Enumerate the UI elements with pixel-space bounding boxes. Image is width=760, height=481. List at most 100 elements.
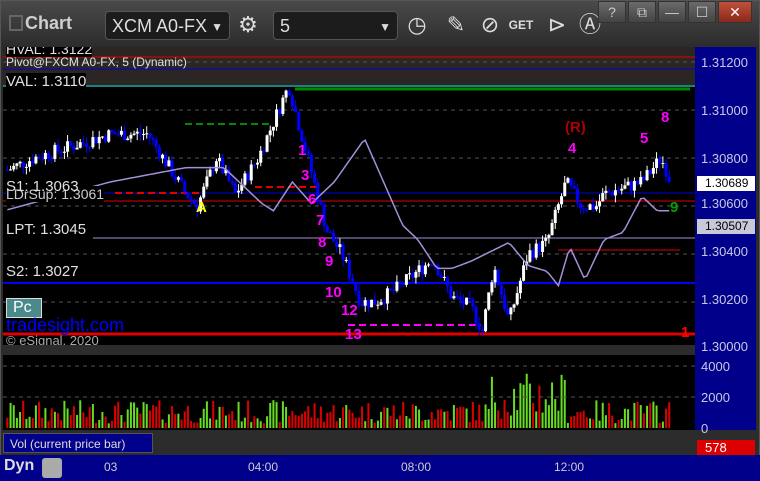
candle-body [145,133,149,135]
candle-body [313,172,317,183]
volume-bar [60,420,63,428]
candle-body [455,296,459,298]
candle-body [335,241,339,248]
volume-bar [221,406,224,428]
candle-body [104,136,108,142]
candle-body [496,269,500,286]
volume-bar [484,404,487,428]
volume-bar [285,406,288,428]
copyright: © eSignal, 2020 [6,333,99,345]
minimize-button[interactable]: — [658,1,686,23]
volume-bar [304,411,307,428]
candle-body [173,176,177,180]
candle-body [575,188,579,204]
volume-bar [509,415,512,428]
volume-bar [595,400,598,428]
volume-bar [623,408,626,428]
candle-body [484,309,488,332]
candle-body [306,151,310,155]
maximize-button[interactable]: ☐ [688,1,716,23]
volume-bar [582,410,585,428]
close-button[interactable]: ✕ [718,1,752,23]
volume-bar [652,401,655,428]
volume-bar [50,408,53,428]
window-title: Chart [9,13,72,34]
study-icon[interactable]: ⊘ [475,11,505,39]
volume-bar [627,409,630,428]
ma-price-tag: 1.30507 [697,219,755,234]
price-chart[interactable]: A (R) 1 3 6 7 8 9 10 12 13 4 5 8 1 9 HVAL: 1.3122 Pivot… [3,47,695,345]
help-button[interactable]: ? [598,1,626,23]
pencil-icon[interactable]: ✎ [441,11,471,39]
tick: 1.30600 [701,196,748,211]
volume-bar [456,408,459,428]
volume-bar [608,403,611,428]
candle-body [363,300,367,306]
candle-body [202,186,206,198]
candle-body [126,138,130,141]
volume-bar [665,408,668,428]
symbol-combo[interactable]: XCM A0-FX ▼ [105,11,230,40]
interval-combo[interactable]: 5 ▼ [273,11,398,40]
candle-body [427,264,431,266]
clock-icon[interactable]: ◷ [402,11,432,39]
candle-body [547,235,551,238]
candle-body [284,90,288,98]
price-axis[interactable]: 1.31200 1.31000 1.30800 1.30600 1.30400 … [695,47,756,436]
candle-body [252,164,256,166]
volume-bar [506,411,509,428]
volume-bar [300,413,303,428]
dyn-mode[interactable]: Dyn [4,457,34,475]
candle-body [667,176,671,182]
candle-body [81,142,85,144]
volume-bar [532,402,535,428]
candle-body [214,161,218,172]
candle-body [170,160,174,177]
get-icon[interactable]: GET [506,11,536,39]
volume-bar [72,406,75,428]
candle-body [623,185,627,189]
volume-bar [642,413,645,428]
volume-bar [38,401,41,428]
zoom-icon[interactable] [42,458,62,478]
candle-body [452,296,456,299]
volume-bar [307,406,310,428]
volume-bar [589,418,592,428]
candle-body [119,130,123,135]
candle-body [164,154,168,167]
candle-body [50,158,54,160]
candle-body [218,157,222,162]
volume-bar [462,406,465,428]
time-axis[interactable]: Dyn 03 04:00 08:00 12:00 [0,455,760,481]
volume-bar [133,402,136,428]
play-icon[interactable]: ⊳ [542,11,572,39]
candle-body [553,209,557,224]
volume-bar [53,411,56,428]
candle-body [645,170,649,181]
candle-body [211,169,215,172]
candle-body [366,300,370,308]
volume-panel[interactable] [3,355,695,430]
settings-icon[interactable]: ⚙ [233,11,263,39]
candle-body [332,232,336,242]
candle-body [499,285,503,296]
volume-bar [82,412,85,428]
candle-body [151,137,155,140]
tick: 1.30400 [701,244,748,259]
volume-bar [114,405,117,428]
s1-label: S1: 1.3063 [6,178,79,195]
volume-bar [380,411,383,428]
restore-menu-button[interactable]: ⧉ [628,1,656,23]
drag-grip-icon[interactable] [9,15,23,31]
volume-bar [117,401,120,428]
candle-body [5,170,9,171]
vol-tick: 2000 [701,390,730,405]
volume-bar [494,402,497,428]
candle-body [579,203,583,209]
tick: 1.30800 [701,151,748,166]
volume-bar [566,422,569,428]
volume-bar [661,421,664,428]
volume-bar [421,420,424,428]
chevron-down-icon: ▼ [211,20,223,34]
candle-body [490,282,494,293]
